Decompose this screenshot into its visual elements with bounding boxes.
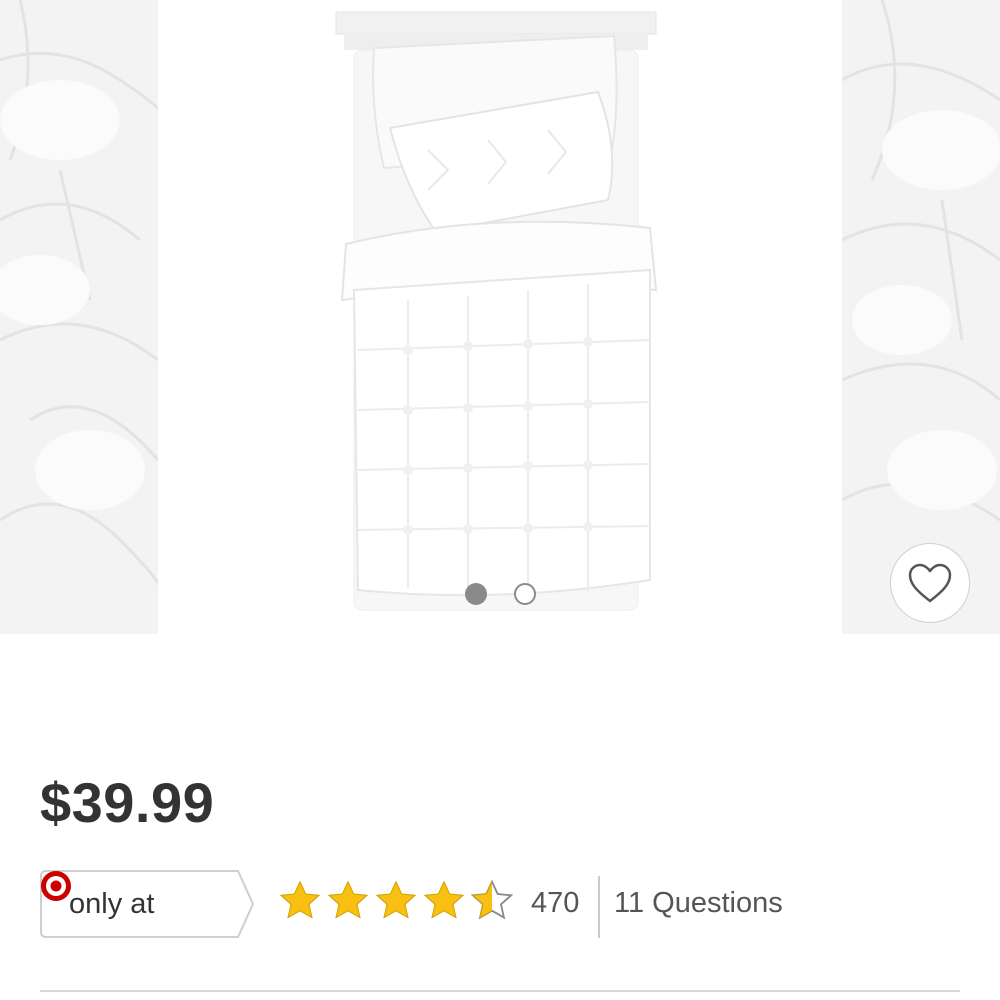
star-full-icon [423, 880, 465, 919]
carousel-dot-2[interactable] [513, 583, 536, 605]
white-pintuck-comforter-set-image [335, 11, 658, 611]
review-count-link[interactable]: 470 [531, 887, 579, 920]
pintuck-fabric-image [0, 0, 158, 634]
star-rating[interactable] [278, 879, 514, 927]
main-product-image[interactable] [158, 0, 842, 634]
heart-outline-icon [908, 563, 952, 603]
only-at-target-badge: only at [40, 870, 255, 938]
only-at-label: only at [69, 888, 155, 920]
pintuck-fabric-image [842, 0, 1000, 634]
carousel-dot-1[interactable] [464, 583, 487, 605]
section-divider [40, 990, 960, 992]
next-image-peek[interactable] [842, 0, 1000, 634]
previous-image-peek[interactable] [0, 0, 158, 634]
star-full-icon [375, 880, 417, 919]
product-price: $39.99 [40, 771, 215, 834]
vertical-divider [598, 876, 600, 938]
favorite-button[interactable] [890, 543, 970, 623]
star-full-icon [327, 880, 369, 919]
questions-link[interactable]: 11 Questions [614, 887, 783, 920]
star-half-icon [470, 879, 514, 920]
target-bullseye-icon [41, 871, 71, 901]
carousel-pagination [0, 583, 1000, 609]
product-image-carousel[interactable] [0, 0, 1000, 634]
star-full-icon [279, 880, 321, 919]
